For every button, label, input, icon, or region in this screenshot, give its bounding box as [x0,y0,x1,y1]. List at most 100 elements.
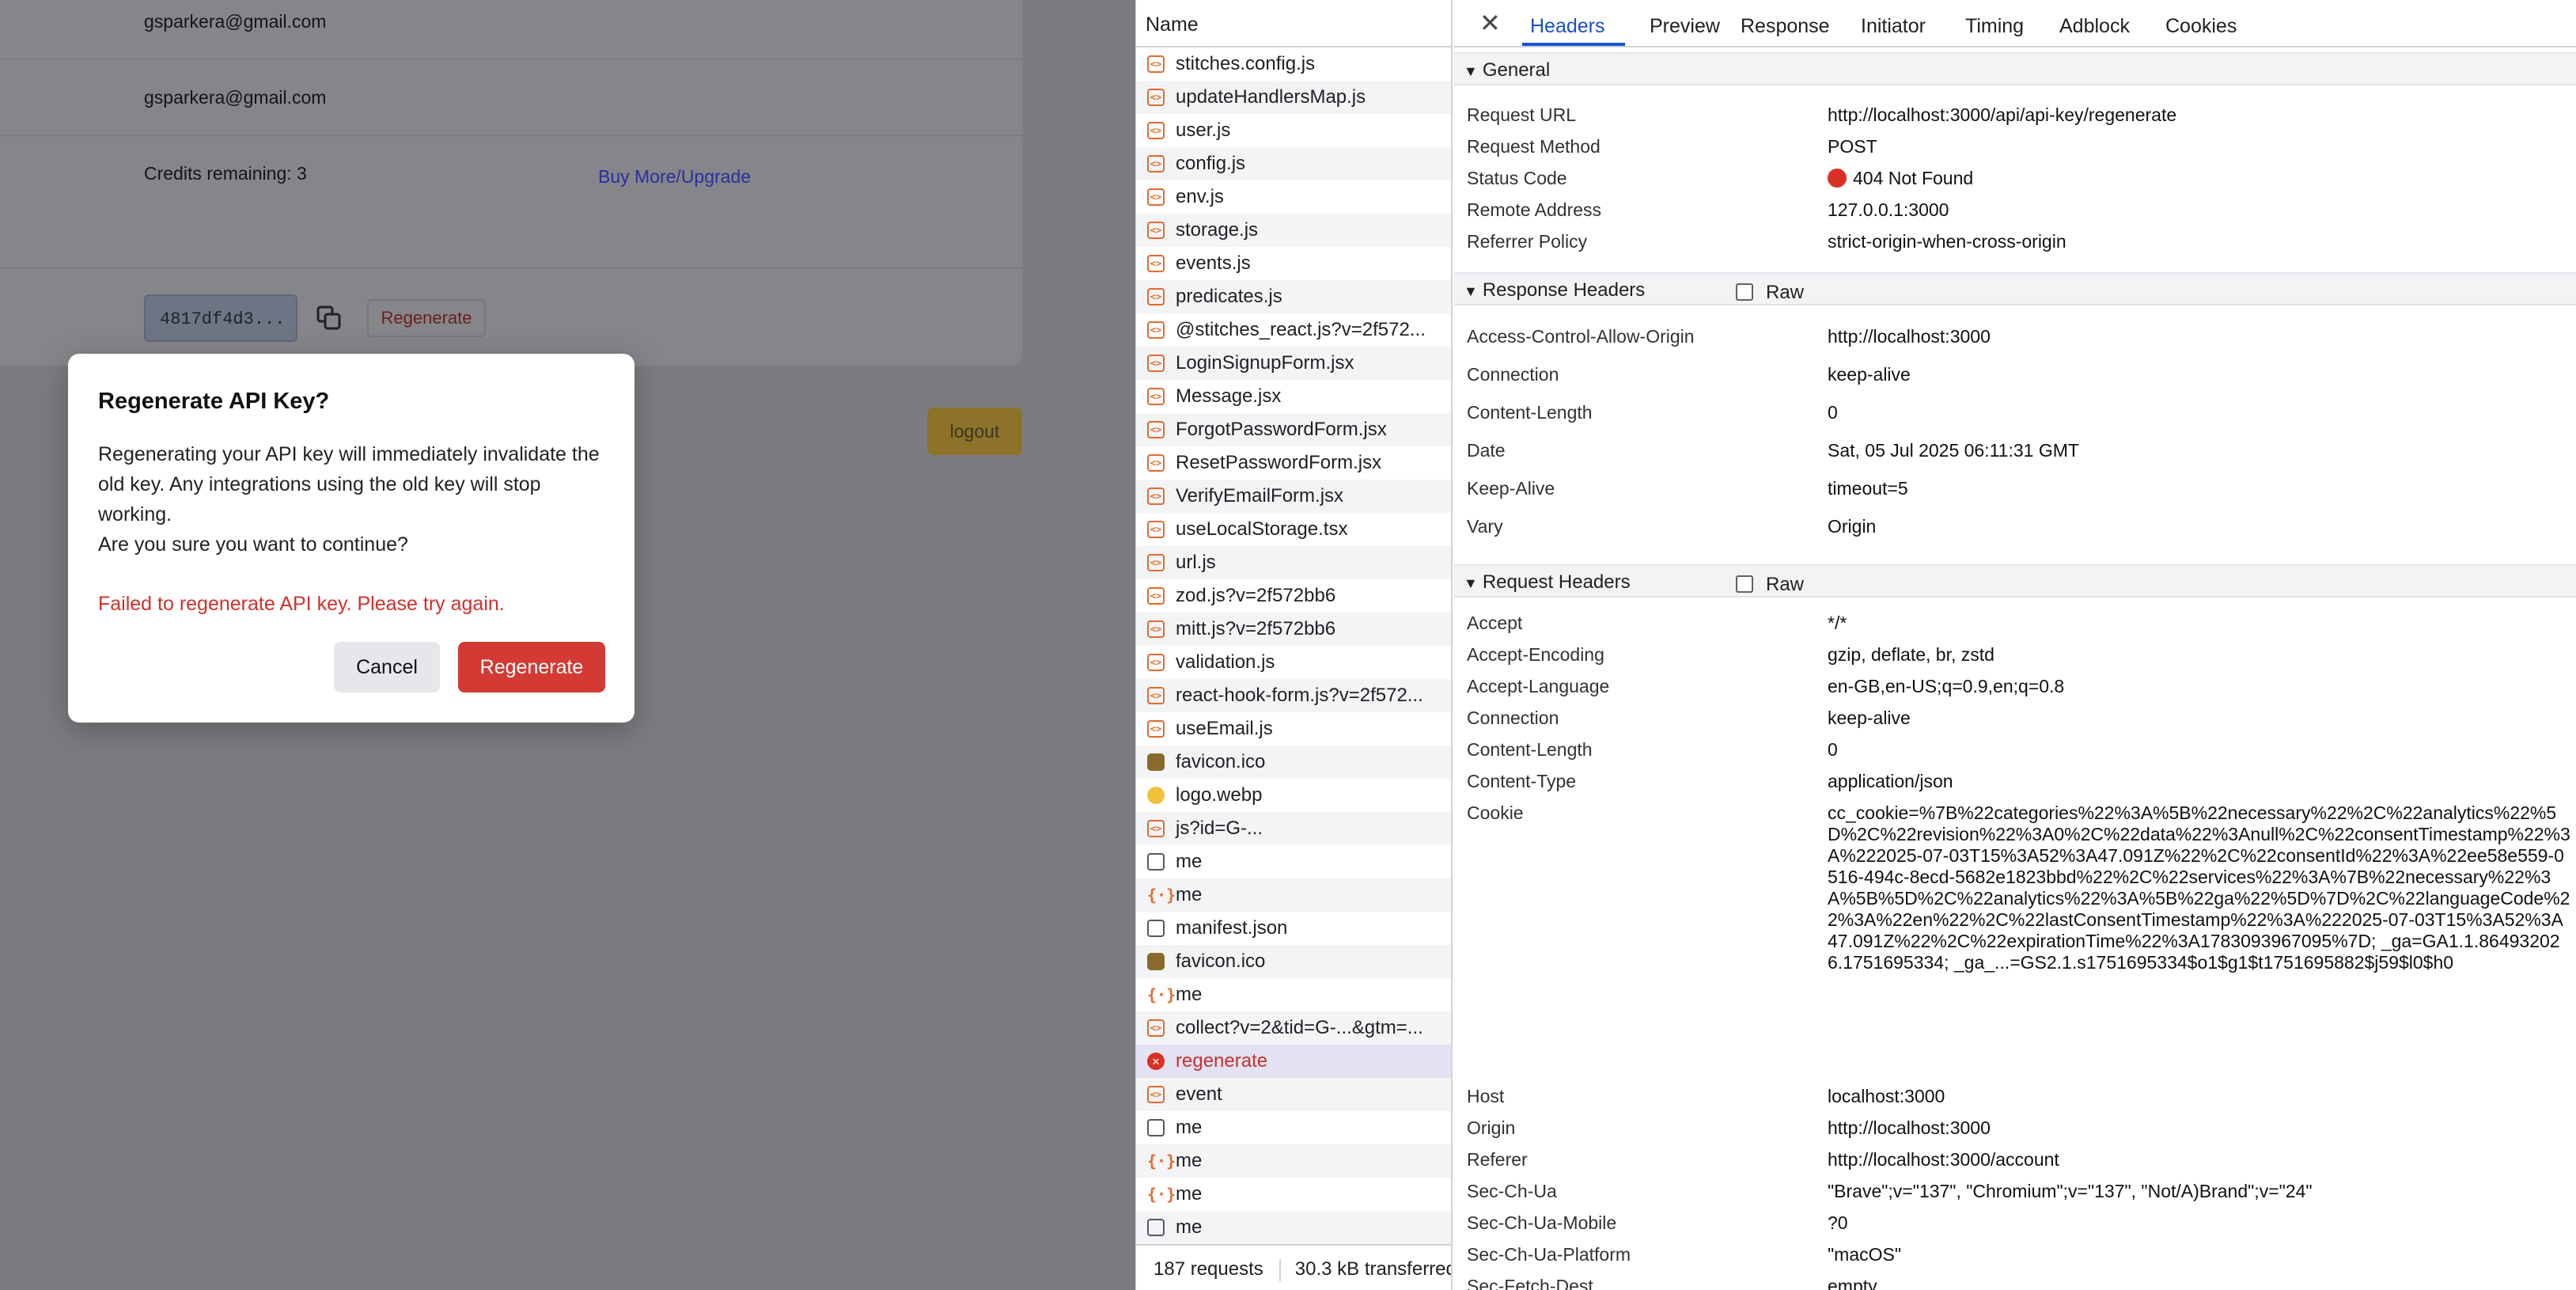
header-row: Accept-Language en-GB,en-US;q=0.9,en;q=0.… [1454,676,2576,708]
request-name: favicon.ico [1176,950,1266,972]
request-row[interactable]: {·} me [1136,1144,1451,1178]
tab-adblock[interactable]: Adblock [2059,15,2130,38]
request-row[interactable]: {·} me [1136,1178,1451,1211]
request-row[interactable]: <> react-hook-form.js?v=2f572... [1136,679,1451,712]
response-headers-section-header[interactable]: ▼ Response Headers Raw [1454,272,2576,305]
header-value[interactable]: cc_cookie=%7B%22categories%22%3A%5B%22ne… [1828,802,2571,973]
regenerate-key-button[interactable]: Regenerate [367,299,486,337]
request-row[interactable]: <> events.js [1136,247,1451,280]
raw-toggle[interactable]: Raw [1736,574,1804,596]
header-value[interactable]: Origin [1828,516,2571,537]
header-name: Content-Length [1467,739,1593,760]
header-value[interactable]: ?0 [1828,1212,2571,1234]
header-value[interactable]: 404 Not Found [1828,168,2571,189]
request-row[interactable]: <> collect?v=2&tid=G-...&gtm=... [1136,1011,1451,1045]
request-name: me [1176,1150,1203,1171]
header-value[interactable]: http://localhost:3000/account [1828,1149,2571,1170]
header-value[interactable]: "macOS" [1828,1244,2571,1265]
request-row[interactable]: <> config.js [1136,147,1451,180]
request-row[interactable]: <> env.js [1136,180,1451,214]
script-file-icon: <> [1147,488,1165,505]
request-name: logo.webp [1176,784,1263,806]
tab-initiator[interactable]: Initiator [1861,15,1926,38]
request-row[interactable]: favicon.ico [1136,746,1451,779]
header-row: Connection keep-alive [1454,364,2576,402]
request-row[interactable]: <> updateHandlersMap.js [1136,81,1451,114]
request-row[interactable]: <> stitches.config.js [1136,47,1451,81]
section-title: Response Headers [1482,279,1646,301]
header-value[interactable]: timeout=5 [1828,478,2571,499]
header-value[interactable]: en-GB,en-US;q=0.9,en;q=0.8 [1828,676,2571,697]
header-value[interactable]: strict-origin-when-cross-origin [1828,231,2571,252]
header-value[interactable]: 0 [1828,402,2571,423]
request-row[interactable]: {·} me [1136,978,1451,1011]
tab-cookies[interactable]: Cookies [2165,15,2237,38]
header-value[interactable]: Sat, 05 Jul 2025 06:11:31 GMT [1828,440,2571,461]
request-name: collect?v=2&tid=G-...&gtm=... [1176,1017,1423,1038]
fetch-icon: {·} [1147,1185,1176,1204]
header-value[interactable]: "Brave";v="137", "Chromium";v="137", "No… [1828,1181,2571,1202]
request-headers-section-header[interactable]: ▼ Request Headers Raw [1454,564,2576,598]
general-section-header[interactable]: ▼ General [1454,52,2576,85]
request-row[interactable]: <> event [1136,1078,1451,1111]
request-row[interactable]: <> validation.js [1136,646,1451,679]
header-value[interactable]: POST [1828,136,2571,157]
request-row[interactable]: me [1136,845,1451,878]
api-key-display[interactable]: 4817df4d3... [144,294,297,342]
request-row[interactable]: <> useLocalStorage.tsx [1136,513,1451,546]
request-row[interactable]: <> js?id=G-... [1136,812,1451,845]
request-row[interactable]: <> useEmail.js [1136,712,1451,746]
header-value[interactable]: http://localhost:3000 [1828,1117,2571,1139]
request-row[interactable]: <> predicates.js [1136,280,1451,313]
request-row[interactable]: {·} me [1136,878,1451,912]
request-row[interactable]: <> Message.jsx [1136,380,1451,413]
tab-headers[interactable]: Headers [1530,15,1605,38]
tab-preview[interactable]: Preview [1650,15,1720,38]
header-value[interactable]: application/json [1828,771,2571,792]
header-value[interactable]: gzip, deflate, br, zstd [1828,644,2571,666]
confirm-regenerate-button[interactable]: Regenerate [458,642,605,692]
header-value[interactable]: keep-alive [1828,364,2571,385]
header-row: Request Method POST [1454,136,2576,168]
script-file-icon: <> [1147,687,1165,704]
raw-toggle[interactable]: Raw [1736,282,1804,304]
header-value[interactable]: http://localhost:3000/api/api-key/regene… [1828,104,2571,126]
request-row[interactable]: logo.webp [1136,779,1451,812]
close-icon[interactable]: ✕ [1479,8,1501,38]
request-row[interactable]: me [1136,1111,1451,1144]
header-value[interactable]: 127.0.0.1:3000 [1828,199,2571,221]
header-value[interactable]: */* [1828,613,2571,634]
request-row[interactable]: <> ForgotPasswordForm.jsx [1136,413,1451,446]
request-row[interactable]: <> ResetPasswordForm.jsx [1136,446,1451,480]
request-row[interactable]: manifest.json [1136,912,1451,945]
raw-checkbox[interactable] [1736,283,1753,301]
tab-response[interactable]: Response [1741,15,1830,38]
request-row[interactable]: <> storage.js [1136,214,1451,247]
logout-button[interactable]: logout [927,408,1022,455]
request-row[interactable]: <> @stitches_react.js?v=2f572... [1136,313,1451,347]
tab-timing[interactable]: Timing [1965,15,2024,38]
raw-checkbox[interactable] [1736,575,1753,593]
request-row[interactable]: <> url.js [1136,546,1451,579]
header-value[interactable]: http://localhost:3000 [1828,326,2571,347]
buy-more-link[interactable]: Buy More/Upgrade [598,166,751,188]
fetch-icon: {·} [1147,886,1176,905]
request-row-selected[interactable]: ✕ regenerate [1136,1045,1451,1078]
request-row[interactable]: favicon.ico [1136,945,1451,978]
request-row[interactable]: <> mitt.js?v=2f572bb6 [1136,613,1451,646]
request-row[interactable]: <> zod.js?v=2f572bb6 [1136,579,1451,613]
name-column-header[interactable]: Name [1136,0,1451,47]
request-row[interactable]: <> LoginSignupForm.jsx [1136,347,1451,380]
request-row[interactable]: <> user.js [1136,114,1451,147]
header-value[interactable]: empty [1828,1276,2571,1290]
header-row: Remote Address 127.0.0.1:3000 [1454,199,2576,231]
cancel-button[interactable]: Cancel [334,642,440,692]
header-value[interactable]: keep-alive [1828,708,2571,729]
request-row[interactable]: <> VerifyEmailForm.jsx [1136,480,1451,513]
request-row[interactable]: me [1136,1211,1451,1244]
header-value[interactable]: localhost:3000 [1828,1086,2571,1107]
copy-icon[interactable] [315,304,343,332]
email-row-2: gsparkera@gmail.com [0,60,1022,136]
header-value[interactable]: 0 [1828,739,2571,761]
header-row: Date Sat, 05 Jul 2025 06:11:31 GMT [1454,440,2576,478]
